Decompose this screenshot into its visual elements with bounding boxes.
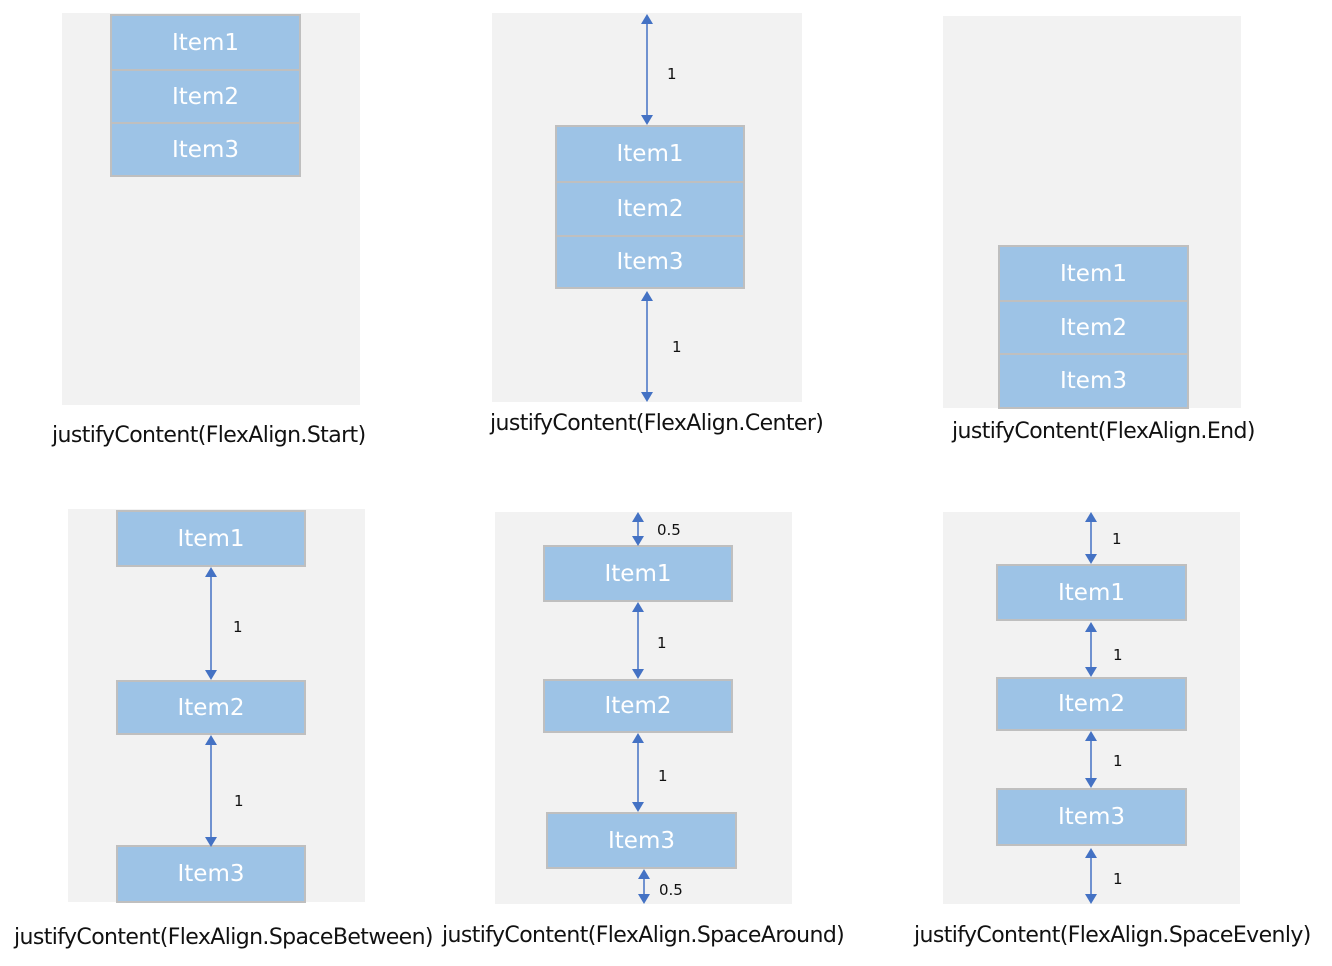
double-arrow-icon	[632, 512, 644, 546]
double-arrow-icon	[205, 567, 217, 680]
double-arrow-icon	[632, 602, 644, 679]
double-arrow-icon	[641, 291, 653, 402]
double-arrow-icon	[1085, 622, 1097, 677]
double-arrow-icon	[641, 14, 653, 125]
arrows-layer	[205, 14, 1097, 904]
double-arrow-icon	[205, 735, 217, 847]
double-arrow-icon	[1085, 731, 1097, 788]
double-arrow-icon	[1085, 848, 1097, 904]
double-arrow-icon	[638, 869, 650, 904]
double-arrow-icon	[632, 733, 644, 812]
double-arrow-icon	[1085, 512, 1097, 564]
